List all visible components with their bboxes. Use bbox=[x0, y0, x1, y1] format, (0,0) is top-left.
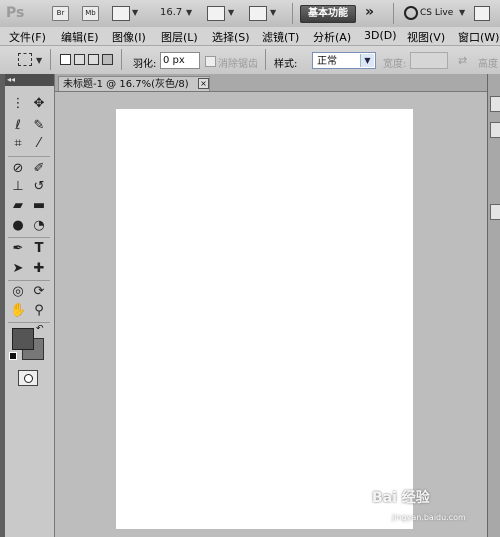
screen-mode-icon[interactable] bbox=[249, 6, 267, 21]
menu-filter[interactable]: 滤镜(T) bbox=[262, 29, 299, 45]
custom-shape-tool[interactable]: ✚ bbox=[31, 261, 47, 277]
separator bbox=[8, 280, 50, 281]
separator bbox=[265, 49, 266, 70]
menu-window[interactable]: 窗口(W) bbox=[458, 29, 499, 45]
width-label: 宽度: bbox=[383, 59, 407, 70]
separator bbox=[8, 156, 50, 157]
add-to-selection-icon[interactable] bbox=[74, 54, 85, 65]
menu-view[interactable]: 视图(V) bbox=[407, 29, 445, 45]
document-canvas[interactable] bbox=[116, 109, 413, 529]
quick-mask-button[interactable] bbox=[18, 370, 38, 386]
more-workspaces-icon[interactable]: » bbox=[365, 4, 374, 20]
style-label: 样式: bbox=[274, 59, 298, 70]
minimize-icon[interactable] bbox=[474, 6, 490, 21]
menu-file[interactable]: 文件(F) bbox=[9, 29, 46, 45]
foreground-color-swatch[interactable] bbox=[12, 328, 34, 350]
marquee-preset-icon[interactable] bbox=[18, 53, 32, 66]
subtract-from-selection-icon[interactable] bbox=[88, 54, 99, 65]
feather-label: 羽化: bbox=[133, 59, 157, 70]
view-extras-icon[interactable] bbox=[112, 6, 130, 21]
baidu-watermark: Bai 经验 bbox=[372, 490, 430, 506]
history-brush-tool[interactable]: ↺ bbox=[31, 179, 47, 195]
clone-stamp-tool[interactable]: ⊥ bbox=[10, 179, 26, 195]
bridge-button[interactable]: Br bbox=[52, 6, 69, 21]
zoom-level[interactable]: 16.7 bbox=[160, 7, 182, 18]
cslive-label[interactable]: CS Live bbox=[420, 8, 453, 18]
mini-bridge-button[interactable]: Mb bbox=[82, 6, 99, 21]
dodge-tool[interactable]: ◔ bbox=[31, 218, 47, 234]
3d-rotate-tool[interactable]: ◎ bbox=[10, 284, 26, 300]
brush-tool[interactable]: ✐ bbox=[31, 161, 47, 177]
panel-icon[interactable] bbox=[490, 122, 500, 138]
style-select-value: 正常 bbox=[317, 56, 337, 67]
separator bbox=[121, 49, 122, 70]
type-tool[interactable]: T bbox=[31, 241, 47, 257]
menu-layer[interactable]: 图层(L) bbox=[161, 29, 198, 45]
height-label: 高度 bbox=[478, 59, 498, 70]
tools-panel-collapse-icon[interactable]: ◂◂ bbox=[5, 74, 54, 86]
intersect-selection-icon[interactable] bbox=[102, 54, 113, 65]
panel-icon[interactable] bbox=[490, 96, 500, 112]
workspace-essentials-button[interactable]: 基本功能 bbox=[300, 5, 356, 23]
zoom-tool[interactable]: ⚲ bbox=[31, 303, 47, 319]
style-dropdown-icon[interactable]: ▼ bbox=[360, 54, 374, 67]
tool-preset-dropdown-icon[interactable]: ▼ bbox=[36, 56, 42, 65]
zoom-dropdown-icon[interactable]: ▼ bbox=[186, 8, 192, 17]
menu-analysis[interactable]: 分析(A) bbox=[313, 29, 351, 45]
blur-tool[interactable]: ● bbox=[10, 218, 26, 234]
menu-select[interactable]: 选择(S) bbox=[212, 29, 250, 45]
3d-orbit-tool[interactable]: ⟳ bbox=[31, 284, 47, 300]
separator bbox=[8, 237, 50, 238]
eraser-tool[interactable]: ▰ bbox=[10, 198, 26, 214]
panel-icon[interactable] bbox=[490, 204, 500, 220]
menu-edit[interactable]: 编辑(E) bbox=[61, 29, 99, 45]
arrange-documents-icon[interactable] bbox=[207, 6, 225, 21]
close-tab-icon[interactable]: × bbox=[198, 78, 209, 89]
width-input[interactable] bbox=[410, 52, 448, 69]
marquee-tool[interactable]: ⋮ bbox=[10, 96, 26, 112]
new-selection-icon[interactable] bbox=[60, 54, 71, 65]
default-colors-icon[interactable] bbox=[9, 352, 17, 360]
screen-mode-dropdown-icon[interactable]: ▼ bbox=[270, 8, 276, 17]
antialias-checkbox[interactable] bbox=[205, 56, 216, 67]
lasso-tool[interactable]: ℓ bbox=[10, 118, 26, 134]
path-selection-tool[interactable]: ➤ bbox=[10, 261, 26, 277]
right-panel-strip bbox=[487, 74, 500, 537]
eyedropper-tool[interactable]: ⁄ bbox=[31, 136, 47, 152]
separator bbox=[50, 49, 51, 70]
crop-tool[interactable]: ⌗ bbox=[10, 136, 26, 152]
spot-healing-tool[interactable]: ⊘ bbox=[10, 161, 26, 177]
quick-selection-tool[interactable]: ✎ bbox=[31, 118, 47, 134]
swap-colors-icon[interactable]: ↶ bbox=[36, 324, 44, 334]
cslive-icon[interactable] bbox=[404, 6, 418, 20]
style-select[interactable]: 正常 ▼ bbox=[312, 52, 376, 69]
swap-dimensions-icon[interactable]: ⇄ bbox=[458, 54, 467, 67]
move-tool[interactable]: ✥ bbox=[31, 96, 47, 112]
view-extras-dropdown-icon[interactable]: ▼ bbox=[132, 8, 138, 17]
photoshop-logo: Ps bbox=[6, 5, 25, 21]
separator bbox=[292, 3, 293, 24]
antialias-label: 消除锯齿 bbox=[218, 59, 258, 70]
separator bbox=[393, 3, 394, 24]
menu-image[interactable]: 图像(I) bbox=[112, 29, 146, 45]
feather-input[interactable]: 0 px bbox=[160, 52, 200, 69]
watermark-url: jingyan.baidu.com bbox=[392, 513, 466, 522]
pen-tool[interactable]: ✒ bbox=[10, 241, 26, 257]
menu-3d[interactable]: 3D(D) bbox=[364, 29, 397, 42]
hand-tool[interactable]: ✋ bbox=[10, 303, 26, 319]
arrange-dropdown-icon[interactable]: ▼ bbox=[228, 8, 234, 17]
separator bbox=[8, 322, 50, 323]
document-tab[interactable]: 未标题-1 @ 16.7%(灰色/8) bbox=[58, 76, 210, 91]
gradient-tool[interactable]: ▬ bbox=[31, 198, 47, 214]
cslive-dropdown-icon[interactable]: ▼ bbox=[459, 8, 465, 17]
